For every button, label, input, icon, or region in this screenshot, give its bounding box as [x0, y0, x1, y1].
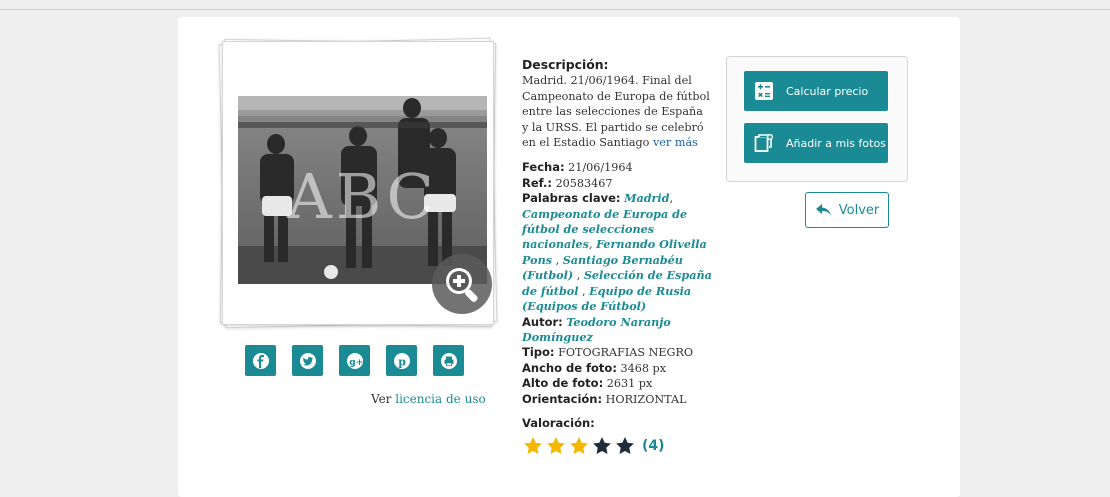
license-prefix: Ver	[371, 392, 392, 406]
ancho-value: 3468 px	[620, 361, 667, 375]
license-text: Ver licencia de uso	[371, 392, 486, 406]
svg-text:g+: g+	[349, 358, 363, 368]
fecha-value: 21/06/1964	[568, 161, 633, 175]
facebook-icon[interactable]	[245, 345, 276, 376]
svg-text:p: p	[398, 355, 406, 368]
keywords-label: Palabras clave:	[522, 191, 621, 206]
photo-detail-card: ABC g+ p Ver licencia de uso Descripción…	[178, 17, 960, 497]
ancho-row: Ancho de foto: 3468 px	[522, 361, 712, 376]
star-icon[interactable]	[569, 436, 589, 456]
alto-value: 2631 px	[606, 377, 653, 391]
star-icon[interactable]	[592, 436, 612, 456]
star-icon[interactable]	[546, 436, 566, 456]
valoracion-label: Valoración:	[522, 415, 595, 430]
google-plus-icon[interactable]: g+	[339, 345, 370, 376]
ancho-label: Ancho de foto:	[522, 360, 617, 375]
ref-row: Ref.: 20583467	[522, 176, 712, 191]
top-divider	[0, 9, 1110, 10]
fecha-row: Fecha: 21/06/1964	[522, 160, 712, 175]
calcular-precio-label: Calcular precio	[786, 84, 869, 98]
photo-frame: ABC	[218, 37, 498, 329]
photo-details: Descripción: Madrid. 21/06/1964. Final d…	[522, 57, 712, 431]
orientacion-row: Orientación: HORIZONTAL	[522, 392, 712, 407]
tipo-label: Tipo:	[522, 345, 555, 360]
star-icon[interactable]	[615, 436, 635, 456]
print-icon[interactable]	[433, 345, 464, 376]
keywords-row: Palabras clave: Madrid, Campeonato de Eu…	[522, 191, 712, 314]
keyword-link[interactable]: Madrid	[624, 191, 669, 205]
license-link[interactable]: licencia de uso	[395, 392, 485, 406]
pinterest-icon[interactable]: p	[386, 345, 417, 376]
calcular-precio-button[interactable]: Calcular precio	[744, 71, 888, 111]
volver-label: Volver	[838, 202, 880, 218]
description-text: Madrid. 21/06/1964. Final del Campeonato…	[522, 73, 712, 150]
twitter-icon[interactable]	[292, 345, 323, 376]
anadir-mis-fotos-label: Añadir a mis fotos	[786, 136, 886, 150]
orientacion-value: HORIZONTAL	[605, 392, 687, 406]
alto-row: Alto de foto: 2631 px	[522, 376, 712, 391]
ref-label: Ref.:	[522, 175, 552, 190]
photo-watermark: ABC	[287, 160, 438, 233]
ver-mas-link[interactable]: ver más	[653, 136, 698, 149]
rating-stars: (4)	[523, 436, 665, 456]
calculator-icon	[755, 82, 773, 100]
photo-paper-front: ABC	[222, 41, 494, 325]
actions-panel: Calcular precio Añadir a mis fotos	[726, 56, 908, 182]
description-title: Descripción:	[522, 57, 609, 72]
orientacion-label: Orientación:	[522, 391, 603, 406]
tipo-value: FOTOGRAFIAS NEGRO	[558, 346, 694, 360]
rating-count[interactable]: (4)	[642, 438, 665, 454]
fecha-label: Fecha:	[522, 160, 565, 175]
add-photo-icon	[754, 134, 773, 152]
star-icon[interactable]	[523, 436, 543, 456]
autor-row: Autor: Teodoro Naranjo Domínguez	[522, 315, 712, 346]
share-bar: g+ p	[245, 345, 464, 376]
anadir-mis-fotos-button[interactable]: Añadir a mis fotos	[744, 123, 888, 163]
ref-value: 20583467	[555, 176, 613, 190]
tipo-row: Tipo: FOTOGRAFIAS NEGRO	[522, 345, 712, 360]
autor-label: Autor:	[522, 314, 563, 329]
volver-button[interactable]: Volver	[805, 192, 889, 228]
undo-arrow-icon	[815, 204, 831, 216]
valoracion-row: Valoración:	[522, 416, 712, 431]
zoom-in-icon[interactable]	[432, 254, 492, 314]
alto-label: Alto de foto:	[522, 376, 604, 391]
